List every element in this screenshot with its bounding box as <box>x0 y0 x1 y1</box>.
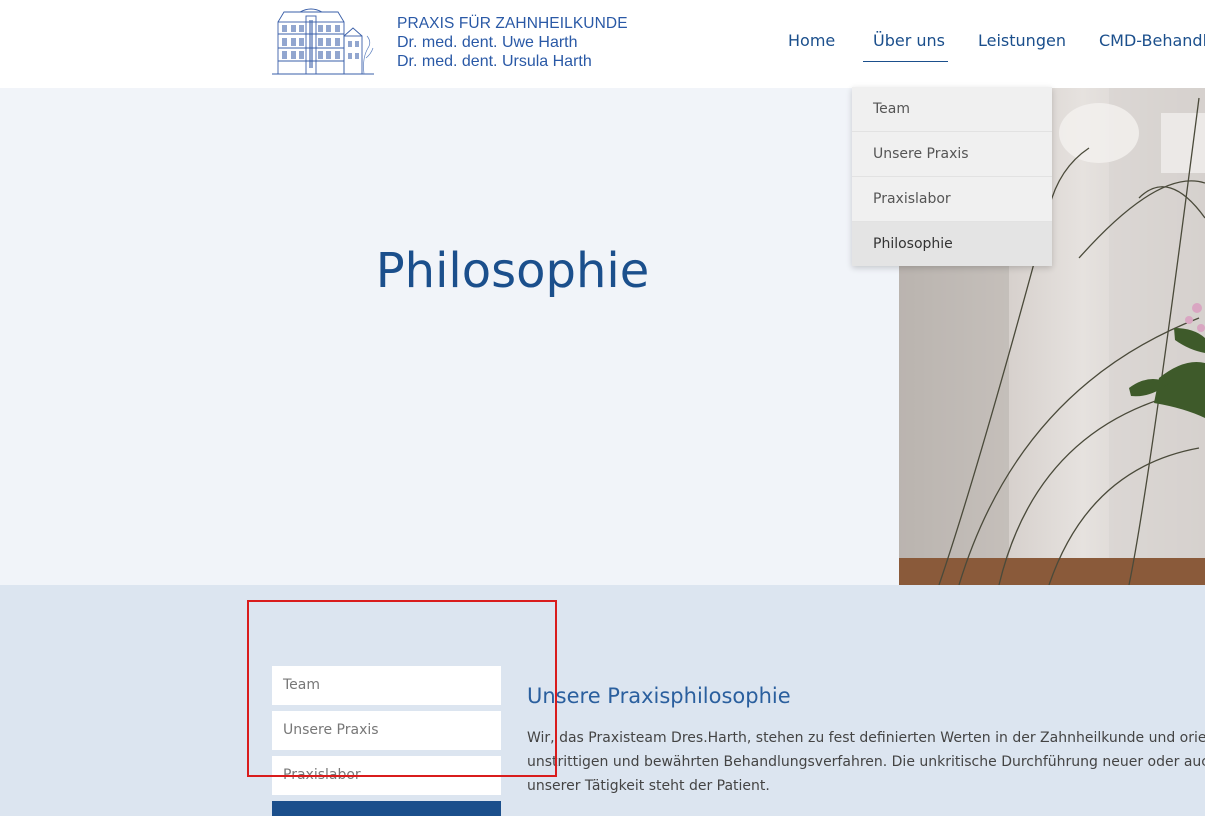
section-heading: Unsere Praxisphilosophie <box>527 684 791 708</box>
hero-banner <box>0 88 899 585</box>
sidebar-item-team[interactable]: Team <box>272 666 501 705</box>
dropdown-item-philosophie[interactable]: Philosophie <box>852 222 1052 266</box>
sidebar-item-active[interactable] <box>272 801 501 816</box>
sidebar-item-praxislabor[interactable]: Praxislabor <box>272 756 501 795</box>
practice-building-logo[interactable] <box>272 8 374 76</box>
nav-ueber-uns[interactable]: Über uns <box>873 31 945 50</box>
dropdown-item-praxislabor[interactable]: Praxislabor <box>852 177 1052 222</box>
doctor-name-1: Dr. med. dent. Uwe Harth <box>397 34 578 51</box>
site-header: PRAXIS FÜR ZAHNHEILKUNDE Dr. med. dent. … <box>0 0 1205 88</box>
body-line: unstrittigen und bewährten Behandlungsve… <box>527 754 1205 770</box>
body-line: Wir, das Praxisteam Dres.Harth, stehen z… <box>527 730 1205 746</box>
sidebar-item-unsere-praxis[interactable]: Unsere Praxis <box>272 711 501 750</box>
nav-cmd-behandlung[interactable]: CMD-Behandl <box>1099 31 1205 50</box>
practice-name[interactable]: PRAXIS FÜR ZAHNHEILKUNDE Dr. med. dent. … <box>397 14 628 71</box>
doctor-name-2: Dr. med. dent. Ursula Harth <box>397 53 592 70</box>
nav-active-indicator <box>863 61 948 62</box>
ueber-uns-dropdown: Team Unsere Praxis Praxislabor Philosoph… <box>852 87 1052 266</box>
nav-leistungen[interactable]: Leistungen <box>978 31 1066 50</box>
practice-title: PRAXIS FÜR ZAHNHEILKUNDE <box>397 15 628 32</box>
section-body: Wir, das Praxisteam Dres.Harth, stehen z… <box>527 726 1205 798</box>
body-line: unserer Tätigkeit steht der Patient. <box>527 778 770 794</box>
nav-home[interactable]: Home <box>788 31 835 50</box>
dropdown-item-unsere-praxis[interactable]: Unsere Praxis <box>852 132 1052 177</box>
dropdown-item-team[interactable]: Team <box>852 87 1052 132</box>
